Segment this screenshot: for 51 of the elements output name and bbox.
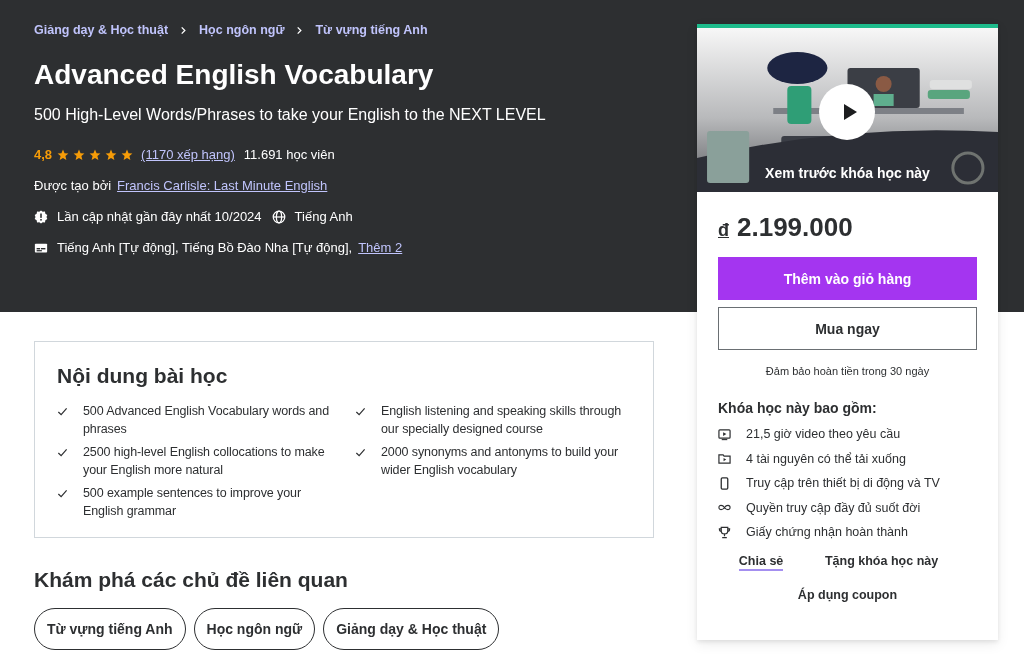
globe-icon (271, 209, 286, 224)
currency-symbol: đ (718, 220, 729, 241)
course-subtitle: 500 High-Level Words/Phrases to take your English to the NEXT LEVEL (34, 106, 546, 124)
ratings-count-link[interactable]: (1170 xếp hạng) (141, 147, 235, 162)
phone-icon (718, 476, 731, 490)
checkmark-icon (57, 447, 68, 458)
share-link[interactable]: Chia sẻ (738, 553, 784, 571)
learning-outcome: English listening and speaking skills through our specially designed course (381, 403, 623, 438)
course-price: 2.199.000 (737, 212, 853, 243)
captions-languages: Tiếng Anh [Tự động], Tiếng Bồ Đào Nha [Tự động], (57, 240, 353, 255)
gift-course-link[interactable]: Tặng khóa học này (824, 553, 939, 571)
learning-outcome: 2500 high-level English collocations to make your English more natural (83, 444, 326, 479)
breadcrumb-link[interactable]: Từ vựng tiếng Anh (315, 23, 428, 37)
video-icon (718, 427, 731, 441)
trophy-icon (718, 525, 731, 539)
checkmark-icon (57, 488, 68, 499)
apply-coupon-link[interactable]: Áp dụng coupon (718, 587, 977, 602)
chevron-right-icon (295, 25, 305, 35)
breadcrumb-link[interactable]: Học ngôn ngữ (199, 23, 285, 37)
included-feature: Quyền truy cập đầy đủ suốt đời (746, 500, 921, 515)
money-back-guarantee: Đảm bảo hoàn tiền trong 30 ngày (764, 365, 931, 377)
section-heading: Khám phá các chủ đề liên quan (34, 568, 349, 592)
created-by-label: Được tạo bởi (34, 178, 112, 193)
rating-score: 4,8 (34, 147, 53, 162)
students-count: 11.691 học viên (243, 147, 335, 162)
topic-button[interactable]: Giảng dạy & Học thuật (323, 608, 500, 650)
included-feature: Truy cập trên thiết bị di động và TV (746, 476, 940, 491)
topic-button[interactable]: Học ngôn ngữ (193, 608, 316, 650)
included-feature: Giấy chứng nhận hoàn thành (746, 525, 908, 540)
course-title: Advanced English Vocabulary (34, 58, 435, 92)
learning-outcome: 2000 synonyms and antonyms to build your wider English vocabulary (381, 444, 620, 479)
buy-now-button[interactable]: Mua ngay (718, 307, 977, 350)
add-to-cart-button[interactable]: Thêm vào giỏ hàng (718, 257, 977, 300)
breadcrumb-link[interactable]: Giảng dạy & Học thuật (34, 23, 169, 37)
more-captions-link[interactable]: Thêm 2 (358, 240, 403, 255)
folder-icon (718, 452, 731, 466)
chevron-right-icon (179, 25, 189, 35)
included-feature: 4 tài nguyên có thể tải xuống (746, 451, 906, 466)
checkmark-icon (355, 447, 366, 458)
course-language: Tiếng Anh (294, 209, 353, 224)
includes-heading: Khóa học này bao gồm: (718, 400, 878, 416)
learning-outcome: 500 example sentences to improve your English grammar (83, 485, 302, 520)
last-updated: Lần cập nhật gần đây nhất 10/2024 (57, 209, 262, 224)
section-heading: Nội dung bài học (57, 364, 229, 388)
alert-badge-icon (34, 209, 48, 224)
checkmark-icon (57, 406, 68, 417)
checkmark-icon (355, 406, 366, 417)
learning-outcome: 500 Advanced English Vocabulary words and phrases (83, 403, 331, 438)
included-feature: 21,5 giờ video theo yêu cầu (746, 427, 901, 442)
author-link[interactable]: Francis Carlisle: Last Minute English (117, 178, 328, 193)
topic-button[interactable]: Từ vựng tiếng Anh (34, 608, 186, 650)
